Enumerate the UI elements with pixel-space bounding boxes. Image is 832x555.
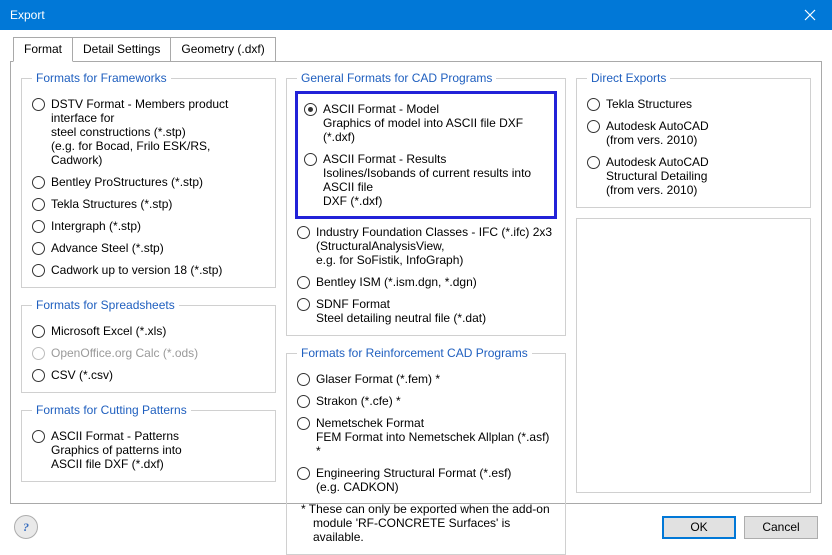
opt-autocad[interactable]: Autodesk AutoCAD (from vers. 2010)	[587, 119, 800, 147]
help-icon: ?	[23, 520, 29, 535]
opt-ascii-results-label: ASCII Format - Results Isolines/Isobands…	[323, 152, 548, 208]
radio-icon	[304, 153, 317, 166]
radio-icon	[304, 103, 317, 116]
help-button[interactable]: ?	[14, 515, 38, 539]
group-cad-legend: General Formats for CAD Programs	[297, 71, 496, 85]
radio-icon	[587, 156, 600, 169]
opt-tekla-structures-stp[interactable]: Tekla Structures (*.stp)	[32, 197, 265, 211]
radio-icon	[32, 176, 45, 189]
radio-icon	[297, 417, 310, 430]
opt-ascii-model[interactable]: ASCII Format - Model Graphics of model i…	[304, 102, 548, 144]
opt-nemetschek-label: Nemetschek Format FEM Format into Nemets…	[316, 416, 555, 458]
opt-advance-steel[interactable]: Advance Steel (*.stp)	[32, 241, 265, 255]
opt-nemetschek[interactable]: Nemetschek Format FEM Format into Nemets…	[297, 416, 555, 458]
radio-icon	[32, 347, 45, 360]
opt-intergraph[interactable]: Intergraph (*.stp)	[32, 219, 265, 233]
opt-esf-label: Engineering Structural Format (*.esf) (e…	[316, 466, 511, 494]
opt-ascii-model-label: ASCII Format - Model Graphics of model i…	[323, 102, 548, 144]
radio-icon	[297, 298, 310, 311]
tab-bar: Format Detail Settings Geometry (.dxf)	[10, 36, 822, 62]
opt-tekla-direct[interactable]: Tekla Structures	[587, 97, 800, 111]
radio-icon	[32, 242, 45, 255]
radio-icon	[32, 369, 45, 382]
opt-esf[interactable]: Engineering Structural Format (*.esf) (e…	[297, 466, 555, 494]
radio-icon	[32, 198, 45, 211]
dialog-footer: ? OK Cancel	[0, 508, 832, 546]
radio-icon	[587, 98, 600, 111]
radio-icon	[587, 120, 600, 133]
opt-autocad-structural-label: Autodesk AutoCAD Structural Detailing (f…	[606, 155, 709, 197]
opt-ifc[interactable]: Industry Foundation Classes - IFC (*.ifc…	[297, 225, 555, 267]
group-cutting-patterns: Formats for Cutting Patterns ASCII Forma…	[21, 403, 276, 482]
group-spreadsheets-legend: Formats for Spreadsheets	[32, 298, 179, 312]
opt-cadwork[interactable]: Cadwork up to version 18 (*.stp)	[32, 263, 265, 277]
opt-dstv[interactable]: DSTV Format - Members product interface …	[32, 97, 265, 167]
tab-detail-settings[interactable]: Detail Settings	[72, 37, 171, 62]
group-direct-exports: Direct Exports Tekla Structures Autodesk…	[576, 71, 811, 208]
group-direct-legend: Direct Exports	[587, 71, 670, 85]
opt-autocad-label: Autodesk AutoCAD (from vers. 2010)	[606, 119, 709, 147]
tab-geometry-dxf[interactable]: Geometry (.dxf)	[170, 37, 275, 62]
group-reinforcement-legend: Formats for Reinforcement CAD Programs	[297, 346, 532, 360]
cancel-button[interactable]: Cancel	[744, 516, 818, 539]
group-frameworks: Formats for Frameworks DSTV Format - Mem…	[21, 71, 276, 288]
dialog-body: Formats for Frameworks DSTV Format - Mem…	[10, 61, 822, 504]
radio-icon	[297, 276, 310, 289]
opt-ascii-patterns-label: ASCII Format - Patterns Graphics of patt…	[51, 429, 182, 471]
opt-ascii-patterns[interactable]: ASCII Format - Patterns Graphics of patt…	[32, 429, 265, 471]
radio-icon	[32, 430, 45, 443]
close-button[interactable]	[787, 0, 832, 30]
opt-sdnf[interactable]: SDNF Format Steel detailing neutral file…	[297, 297, 555, 325]
close-icon	[804, 9, 816, 21]
radio-icon	[297, 373, 310, 386]
radio-icon	[32, 98, 45, 111]
opt-strakon[interactable]: Strakon (*.cfe) *	[297, 394, 555, 408]
radio-icon	[297, 226, 310, 239]
opt-excel[interactable]: Microsoft Excel (*.xls)	[32, 324, 265, 338]
radio-icon	[32, 325, 45, 338]
opt-glaser[interactable]: Glaser Format (*.fem) *	[297, 372, 555, 386]
opt-openoffice: OpenOffice.org Calc (*.ods)	[32, 346, 265, 360]
opt-sdnf-label: SDNF Format Steel detailing neutral file…	[316, 297, 486, 325]
radio-icon	[297, 395, 310, 408]
radio-icon	[32, 264, 45, 277]
radio-icon	[32, 220, 45, 233]
group-spreadsheets: Formats for Spreadsheets Microsoft Excel…	[21, 298, 276, 393]
opt-ascii-results[interactable]: ASCII Format - Results Isolines/Isobands…	[304, 152, 548, 208]
group-cad-general: General Formats for CAD Programs ASCII F…	[286, 71, 566, 336]
opt-dstv-label: DSTV Format - Members product interface …	[51, 97, 265, 167]
ok-button[interactable]: OK	[662, 516, 736, 539]
radio-icon	[297, 467, 310, 480]
opt-csv[interactable]: CSV (*.csv)	[32, 368, 265, 382]
opt-autocad-structural[interactable]: Autodesk AutoCAD Structural Detailing (f…	[587, 155, 800, 197]
title-bar: Export	[0, 0, 832, 30]
empty-panel	[576, 218, 811, 493]
group-cutting-legend: Formats for Cutting Patterns	[32, 403, 191, 417]
tab-format[interactable]: Format	[13, 37, 73, 62]
group-frameworks-legend: Formats for Frameworks	[32, 71, 171, 85]
opt-bentley-ism[interactable]: Bentley ISM (*.ism.dgn, *.dgn)	[297, 275, 555, 289]
highlight-box: ASCII Format - Model Graphics of model i…	[295, 91, 557, 219]
opt-ifc-label: Industry Foundation Classes - IFC (*.ifc…	[316, 225, 552, 267]
opt-bentley-prostructures[interactable]: Bentley ProStructures (*.stp)	[32, 175, 265, 189]
window-title: Export	[10, 8, 787, 22]
